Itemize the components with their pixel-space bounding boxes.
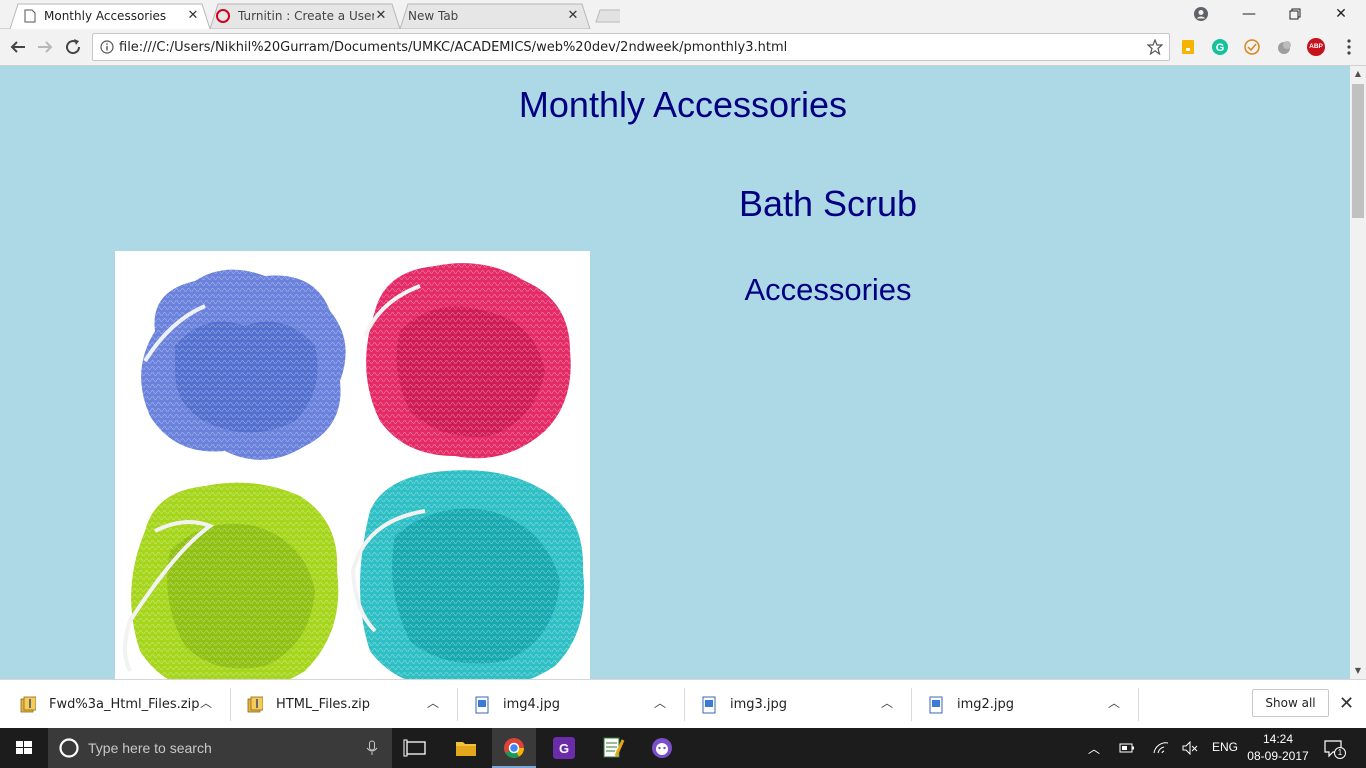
clock[interactable]: 14:24 08-09-2017 xyxy=(1240,731,1316,765)
svg-text:G: G xyxy=(559,741,569,756)
download-filename: img3.jpg xyxy=(730,697,788,712)
file-explorer-icon[interactable] xyxy=(444,728,488,768)
url-text: file:///C:/Users/Nikhil%20Gurram/Documen… xyxy=(119,40,788,55)
image-file-icon xyxy=(475,696,489,713)
windows-taskbar: Type here to search G ︿ ENG 14:24 08-09-… xyxy=(0,728,1366,768)
notepad-icon[interactable] xyxy=(590,728,634,768)
divider xyxy=(1138,688,1139,721)
menu-icon[interactable] xyxy=(1340,38,1358,56)
tab-title: Monthly Accessories xyxy=(44,8,167,23)
scrollbar-thumb[interactable] xyxy=(1352,84,1364,218)
turnitin-icon xyxy=(216,9,230,23)
pink-bath-sponge xyxy=(363,263,571,459)
microphone-icon[interactable] xyxy=(366,740,378,756)
extension-icon[interactable] xyxy=(1275,38,1293,56)
bookmark-star-icon[interactable] xyxy=(1147,39,1163,55)
reload-icon[interactable] xyxy=(61,35,85,59)
close-icon[interactable]: ✕ xyxy=(374,8,388,23)
download-filename: HTML_Files.zip xyxy=(276,697,371,712)
download-item[interactable]: img4.jpg ︿ xyxy=(454,680,682,729)
download-item[interactable]: HTML_Files.zip ︿ xyxy=(227,680,455,729)
wifi-icon[interactable] xyxy=(1152,741,1170,755)
zip-file-icon xyxy=(247,696,263,712)
profile-icon[interactable] xyxy=(1178,0,1224,29)
volume-muted-icon[interactable] xyxy=(1181,741,1199,755)
clock-date: 08-09-2017 xyxy=(1247,749,1309,763)
scroll-down-icon[interactable]: ▼ xyxy=(1350,663,1366,679)
image-file-icon xyxy=(929,696,943,713)
restore-button[interactable] xyxy=(1272,0,1318,29)
close-icon[interactable]: ✕ xyxy=(1339,693,1354,714)
tab-monthly-accessories[interactable]: Monthly Accessories ✕ xyxy=(12,2,208,29)
chrome-icon[interactable] xyxy=(492,728,536,768)
pdf-app-icon[interactable]: G xyxy=(542,728,586,768)
tab-new-tab[interactable]: New Tab ✕ xyxy=(396,2,588,29)
chevron-up-icon[interactable]: ︿ xyxy=(654,694,666,711)
chevron-up-icon[interactable]: ︿ xyxy=(427,694,439,711)
clock-time: 14:24 xyxy=(1262,732,1294,746)
language-indicator[interactable]: ENG xyxy=(1212,740,1238,754)
product-title: Bath Scrub xyxy=(738,183,918,224)
new-tab-button[interactable] xyxy=(594,4,630,26)
green-bath-sponge xyxy=(123,482,339,679)
product-category: Accessories xyxy=(744,272,912,307)
close-icon[interactable]: ✕ xyxy=(566,8,580,23)
chevron-up-icon[interactable]: ︿ xyxy=(1088,740,1100,757)
notification-badge: 1 xyxy=(1334,747,1346,759)
info-icon[interactable] xyxy=(100,40,114,54)
zip-file-icon xyxy=(20,696,36,712)
browser-toolbar: file:///C:/Users/Nikhil%20Gurram/Documen… xyxy=(0,29,1366,66)
back-arrow-icon[interactable] xyxy=(6,35,30,59)
download-item[interactable]: img2.jpg ︿ xyxy=(908,680,1136,729)
close-icon[interactable]: ✕ xyxy=(186,8,200,23)
windows-logo-icon xyxy=(16,741,32,754)
search-placeholder: Type here to search xyxy=(88,740,212,756)
task-view-button[interactable] xyxy=(394,728,438,768)
keep-icon[interactable] xyxy=(1179,38,1197,56)
app-icon[interactable] xyxy=(640,728,684,768)
tab-turnitin[interactable]: Turnitin : Create a User P ✕ xyxy=(206,2,396,29)
screen: Monthly Accessories ✕ Turnitin : Create … xyxy=(0,0,1366,768)
blue-bath-sponge xyxy=(141,269,346,460)
teal-bath-sponge xyxy=(350,470,585,679)
tab-title: Turnitin : Create a User P xyxy=(238,8,374,23)
tab-title: New Tab xyxy=(408,8,459,23)
scroll-up-icon[interactable]: ▲ xyxy=(1350,66,1366,82)
pocket-icon[interactable] xyxy=(1243,38,1261,56)
download-item[interactable]: img3.jpg ︿ xyxy=(681,680,909,729)
image-file-icon xyxy=(702,696,716,713)
page-icon xyxy=(24,9,36,23)
download-filename: Fwd%3a_Html_Files.zip xyxy=(49,697,199,712)
adblock-plus-icon[interactable]: ABP xyxy=(1307,38,1325,56)
cortana-icon xyxy=(59,738,79,758)
svg-text:G: G xyxy=(1216,42,1225,54)
close-window-button[interactable]: ✕ xyxy=(1318,0,1364,29)
chevron-up-icon[interactable]: ︿ xyxy=(881,694,893,711)
product-image xyxy=(115,251,590,679)
page-scrollbar[interactable]: ▲ ▼ xyxy=(1350,66,1366,679)
minimize-button[interactable]: — xyxy=(1226,0,1272,29)
downloads-bar: Fwd%3a_Html_Files.zip ︿ HTML_Files.zip ︿… xyxy=(0,679,1366,728)
address-bar[interactable]: file:///C:/Users/Nikhil%20Gurram/Documen… xyxy=(92,33,1170,61)
forward-arrow-icon[interactable] xyxy=(33,35,57,59)
grammarly-icon[interactable]: G xyxy=(1211,38,1229,56)
download-filename: img4.jpg xyxy=(503,697,561,712)
download-filename: img2.jpg xyxy=(957,697,1015,712)
download-item[interactable]: Fwd%3a_Html_Files.zip ︿ xyxy=(0,680,228,729)
taskbar-search[interactable]: Type here to search xyxy=(48,728,392,768)
page-title: Monthly Accessories xyxy=(518,84,848,125)
battery-icon[interactable] xyxy=(1119,741,1135,755)
action-center-icon[interactable]: 1 xyxy=(1322,736,1346,760)
show-all-button[interactable]: Show all xyxy=(1252,689,1329,717)
page-viewport: Monthly Accessories Bath Scrub Accessori… xyxy=(0,66,1350,679)
start-button[interactable] xyxy=(0,728,48,768)
chevron-up-icon[interactable]: ︿ xyxy=(200,694,212,711)
tab-strip: Monthly Accessories ✕ Turnitin : Create … xyxy=(0,0,1366,29)
chevron-up-icon[interactable]: ︿ xyxy=(1108,694,1120,711)
